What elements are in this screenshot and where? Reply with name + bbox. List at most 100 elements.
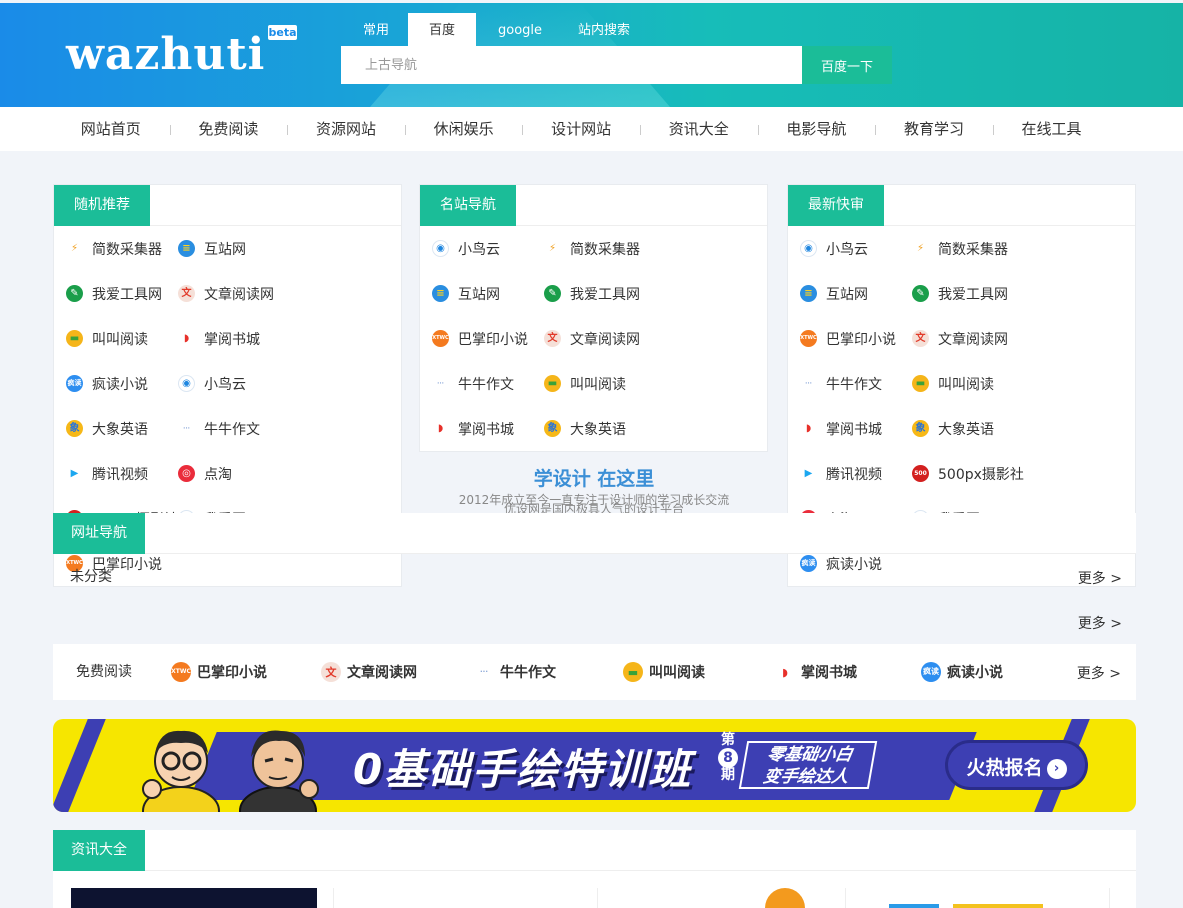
site-link-label: 叫叫阅读 bbox=[938, 376, 994, 393]
free-reading-link[interactable]: 文文章阅读网 bbox=[321, 644, 417, 700]
free-reading-label: 免费阅读 bbox=[76, 664, 132, 680]
news-thumbnail[interactable] bbox=[765, 888, 805, 908]
site-link[interactable]: ◉ 小鸟云 bbox=[800, 226, 912, 271]
site-link-label: 巴掌印小说 bbox=[458, 331, 528, 348]
site-link-label: 我爱工具网 bbox=[570, 286, 640, 303]
nav-item[interactable]: 网站首页 bbox=[52, 107, 170, 151]
nav-item[interactable]: 设计网站 bbox=[522, 107, 640, 151]
main-nav-list: 网站首页 免费阅读 资源网站 休闲娱乐 设计网站 资讯大全 电影导航 教育学习 在线工具 bbox=[52, 107, 1110, 151]
nav-item[interactable]: 休闲娱乐 bbox=[404, 107, 523, 151]
site-link[interactable]: 疯读 疯读小说 bbox=[66, 361, 178, 406]
site-link-label: 牛牛作文 bbox=[458, 376, 514, 393]
more-link-uncategorized[interactable]: 更多 > bbox=[1078, 568, 1122, 588]
site-link-label: 疯读小说 bbox=[826, 556, 882, 573]
free-reading-link[interactable]: ··· 牛牛作文 bbox=[474, 644, 556, 700]
news-divider bbox=[1109, 888, 1110, 908]
site-link-label: 文章阅读网 bbox=[570, 331, 640, 348]
free-reading-link[interactable]: ◗ 掌阅书城 bbox=[775, 644, 857, 700]
links-panel-header: 网址导航 bbox=[53, 513, 1136, 554]
search-tab-common[interactable]: 常用 bbox=[348, 13, 404, 48]
site-link[interactable]: ◗ 掌阅书城 bbox=[178, 316, 290, 361]
news-thumbnail[interactable] bbox=[889, 904, 939, 908]
site-link[interactable]: 文文章阅读网 bbox=[912, 316, 1024, 361]
fengdu-icon: 疯读 bbox=[66, 375, 83, 392]
zhangyue-icon: ◗ bbox=[805, 422, 812, 434]
nav-item[interactable]: 电影导航 bbox=[757, 107, 876, 151]
site-link[interactable]: ◗ 掌阅书城 bbox=[432, 406, 544, 451]
search-tab-google[interactable]: google bbox=[480, 13, 560, 48]
wenzhang-icon: 文 bbox=[178, 285, 195, 302]
site-link[interactable]: ◗ 掌阅书城 bbox=[800, 406, 912, 451]
tools-icon: ✎ bbox=[912, 285, 929, 302]
search-tab-site[interactable]: 站内搜索 bbox=[564, 13, 644, 48]
uncategorized-label: 未分类 bbox=[70, 569, 112, 585]
site-link[interactable]: ≡ 互站网 bbox=[800, 271, 912, 316]
search-input[interactable] bbox=[341, 46, 802, 84]
site-link[interactable]: ▬ 叫叫阅读 bbox=[912, 361, 1024, 406]
site-link[interactable]: 象大象英语 bbox=[912, 406, 1024, 451]
card-title: 最新快审 bbox=[788, 185, 884, 226]
signup-button[interactable]: 火热报名 › bbox=[945, 740, 1088, 790]
site-link[interactable]: ≡ 互站网 bbox=[178, 226, 290, 271]
site-link[interactable]: XTWC 巴掌印小说 bbox=[800, 316, 912, 361]
site-link[interactable]: ✎ 我爱工具网 bbox=[912, 271, 1024, 316]
wenzhang-icon: 文 bbox=[321, 662, 341, 682]
free-reading-link[interactable]: 疯读 疯读小说 bbox=[921, 644, 1003, 700]
site-link[interactable]: ✎ 我爱工具网 bbox=[544, 271, 656, 316]
site-link-label: 小鸟云 bbox=[204, 376, 246, 393]
site-link-label: 叫叫阅读 bbox=[92, 331, 148, 348]
links-panel-title: 网址导航 bbox=[53, 513, 145, 554]
daxiang-icon: 象 bbox=[544, 420, 561, 437]
site-link[interactable]: 文文章阅读网 bbox=[178, 271, 290, 316]
signup-button-label: 火热报名 bbox=[966, 757, 1043, 779]
more-link-secondary[interactable]: 更多 > bbox=[1078, 613, 1122, 633]
site-link[interactable]: ▬ 叫叫阅读 bbox=[544, 361, 656, 406]
header-hero: wazhuti beta 常用 百度 google 站内搜索 百度一下 bbox=[0, 3, 1183, 107]
nav-item[interactable]: 教育学习 bbox=[875, 107, 993, 151]
site-link[interactable]: ⚡ 简数采集器 bbox=[912, 226, 1024, 271]
site-link[interactable]: ✎ 我爱工具网 bbox=[66, 271, 178, 316]
site-link[interactable]: 文文章阅读网 bbox=[544, 316, 656, 361]
niaoyun-icon: ◉ bbox=[432, 240, 449, 257]
fengdu-icon: 疯读 bbox=[921, 662, 941, 682]
banner-issue-num: 8 bbox=[718, 748, 738, 769]
site-link[interactable]: ▬ 叫叫阅读 bbox=[66, 316, 178, 361]
site-link[interactable]: ≡ 互站网 bbox=[432, 271, 544, 316]
site-link[interactable]: XTWC 巴掌印小说 bbox=[432, 316, 544, 361]
free-reading-link[interactable]: XTWC 巴掌印小说 bbox=[171, 644, 267, 700]
search-tab-baidu[interactable]: 百度 bbox=[408, 13, 476, 48]
nav-item[interactable]: 在线工具 bbox=[992, 107, 1111, 151]
search-button[interactable]: 百度一下 bbox=[802, 46, 892, 84]
news-thumbnail[interactable] bbox=[953, 904, 1043, 908]
site-link[interactable]: 象大象英语 bbox=[66, 406, 178, 451]
site-link[interactable]: ··· 牛牛作文 bbox=[178, 406, 290, 451]
site-link[interactable]: ··· 牛牛作文 bbox=[800, 361, 912, 406]
site-link[interactable]: ◉ 小鸟云 bbox=[178, 361, 290, 406]
more-link-free-reading[interactable]: 更多 > bbox=[1077, 663, 1121, 683]
site-link-label: 牛牛作文 bbox=[204, 421, 260, 438]
site-link-label: 文章阅读网 bbox=[938, 331, 1008, 348]
site-link[interactable]: ⚡ 简数采集器 bbox=[66, 226, 178, 271]
news-thumbnail[interactable] bbox=[71, 888, 317, 908]
free-reading-link-label: 巴掌印小说 bbox=[197, 665, 267, 681]
huzhan-icon: ≡ bbox=[178, 240, 195, 257]
niuniu-icon: ··· bbox=[805, 379, 812, 387]
free-reading-link[interactable]: ▬ 叫叫阅读 bbox=[623, 644, 705, 700]
site-logo[interactable]: wazhuti bbox=[66, 33, 265, 77]
site-link-label: 文章阅读网 bbox=[204, 286, 274, 303]
site-link[interactable]: ··· 牛牛作文 bbox=[432, 361, 544, 406]
site-link[interactable]: 象大象英语 bbox=[544, 406, 656, 451]
jianshu-icon: ⚡ bbox=[548, 242, 557, 254]
site-link-label: 我爱工具网 bbox=[938, 286, 1008, 303]
banner-stripe bbox=[53, 719, 106, 812]
promo-banner[interactable]: 0基础手绘特训班 第 8 期 零基础小白 变手绘达人 火热报名 › bbox=[53, 719, 1136, 812]
jiaojiao-icon: ▬ bbox=[544, 375, 561, 392]
site-link[interactable]: ◉ 小鸟云 bbox=[432, 226, 544, 271]
nav-item[interactable]: 资源网站 bbox=[287, 107, 405, 151]
banner-issue: 第 8 期 bbox=[717, 732, 739, 784]
card-header: 最新快审 bbox=[788, 185, 1135, 226]
site-link[interactable]: ⚡ 简数采集器 bbox=[544, 226, 656, 271]
nav-item[interactable]: 免费阅读 bbox=[169, 107, 288, 151]
beta-badge: beta bbox=[268, 25, 297, 40]
nav-item[interactable]: 资讯大全 bbox=[639, 107, 758, 151]
